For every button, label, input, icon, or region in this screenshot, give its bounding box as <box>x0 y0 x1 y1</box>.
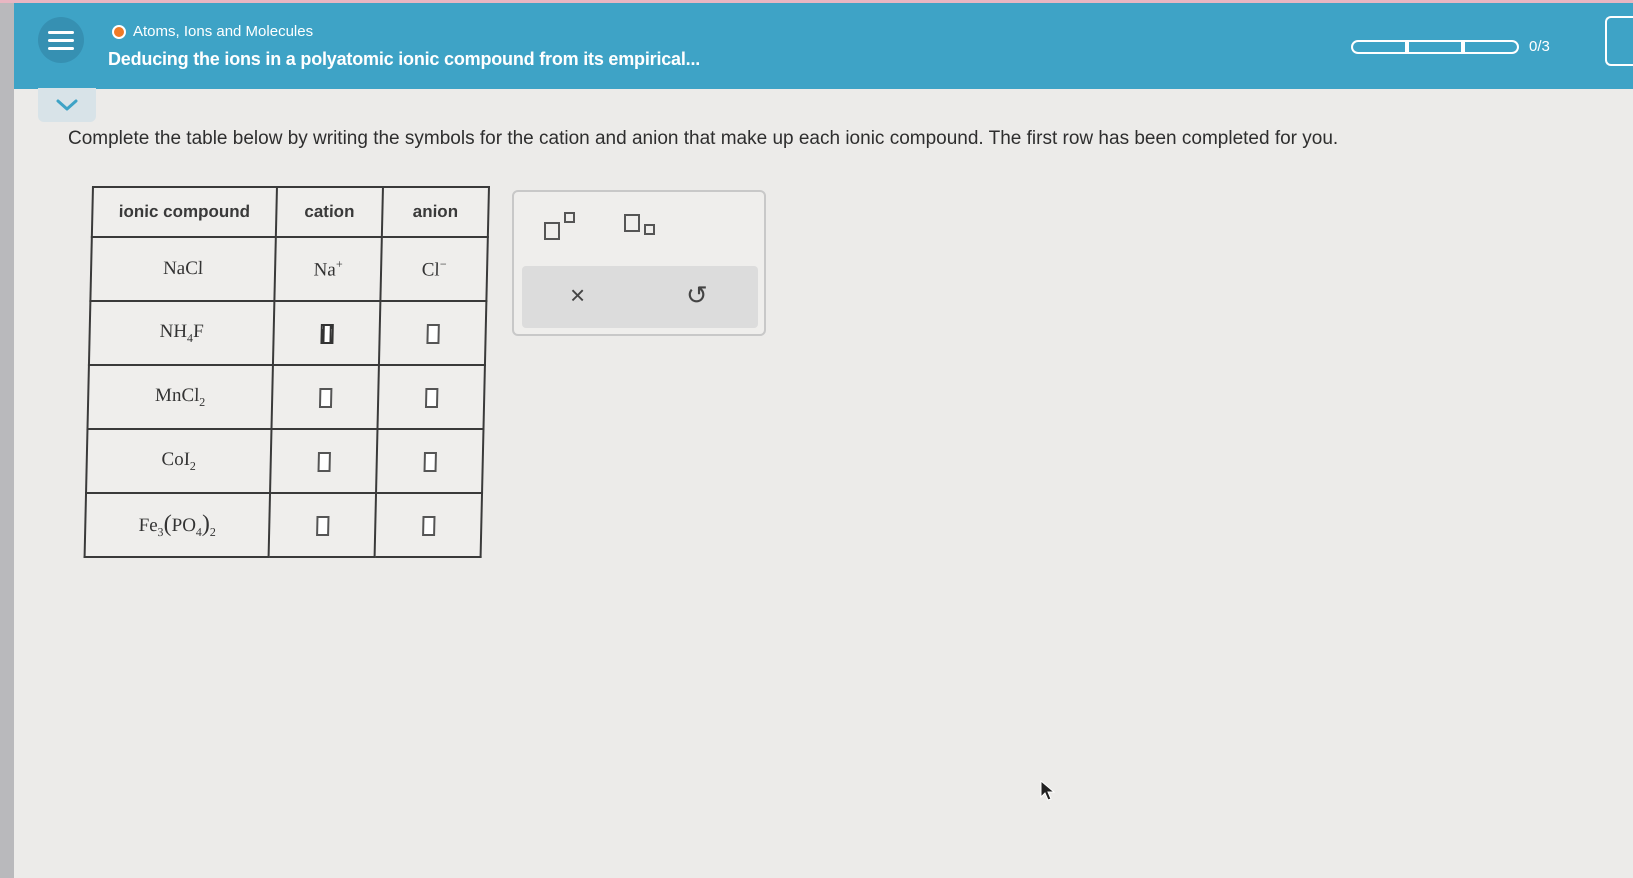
cation-answer-input[interactable] <box>317 451 331 472</box>
template-box <box>544 222 560 240</box>
cation-answer-input[interactable] <box>318 387 332 408</box>
page: Atoms, Ions and Molecules Deducing the i… <box>0 0 1633 878</box>
cation-cell[interactable] <box>272 301 381 365</box>
cation-answer-input[interactable] <box>315 515 330 536</box>
left-edge <box>0 0 14 878</box>
anion-charge: − <box>439 256 447 271</box>
menu-button[interactable] <box>38 17 84 63</box>
column-header-compound: ionic compound <box>91 187 277 237</box>
clear-button[interactable]: × <box>570 280 585 311</box>
progress-score: 0/3 <box>1529 38 1550 55</box>
progress-segment <box>1407 39 1463 54</box>
cation-cell[interactable] <box>271 365 379 429</box>
ions-table: ionic compound cation anion NaCl Na+ Cl−… <box>83 186 490 558</box>
mouse-cursor-icon <box>1040 780 1056 801</box>
instructions-text: Complete the table below by writing the … <box>68 128 1339 149</box>
compound-formula: NH <box>159 320 188 342</box>
anion-cell[interactable] <box>377 365 485 429</box>
cation-cell[interactable] <box>268 493 377 557</box>
cation-cell: Na+ <box>274 237 382 301</box>
side-panel-tab[interactable] <box>1605 16 1633 66</box>
anion-cell[interactable] <box>378 301 487 365</box>
anion-answer-input[interactable] <box>425 323 440 344</box>
template-box-small <box>644 224 655 235</box>
compound-cell: NaCl <box>90 237 276 301</box>
template-box-small <box>564 212 575 223</box>
compound-formula-tail: F <box>192 320 204 342</box>
table-row: CoI2 <box>86 429 484 493</box>
anion-answer-input[interactable] <box>424 387 438 408</box>
progress-segment <box>1351 39 1407 54</box>
table-row: Fe3(PO4)2 <box>84 493 483 557</box>
table-row: MnCl2 <box>87 365 485 429</box>
cation-charge: + <box>335 256 343 271</box>
compound-formula: MnCl <box>154 384 200 406</box>
topic-status-icon <box>112 24 126 39</box>
compound-cell: CoI2 <box>86 429 272 493</box>
formula-subscript: 2 <box>209 524 216 539</box>
undo-button[interactable]: ↺ <box>686 280 708 311</box>
hamburger-icon-line <box>48 46 74 50</box>
topic-breadcrumb: Atoms, Ions and Molecules <box>112 23 313 40</box>
compound-cell: MnCl2 <box>87 365 273 429</box>
anion-answer-input[interactable] <box>423 451 437 472</box>
anion-answer-input[interactable] <box>421 515 436 536</box>
compound-formula: CoI <box>161 448 191 470</box>
collapse-button[interactable] <box>38 88 96 122</box>
anion-cell: Cl− <box>380 237 488 301</box>
table-header-row: ionic compound cation anion <box>91 187 489 237</box>
anion-cell[interactable] <box>374 493 483 557</box>
progress-segment <box>1463 39 1519 54</box>
hamburger-icon <box>48 30 74 34</box>
compound-cell: Fe3(PO4)2 <box>84 493 271 557</box>
palette-actions: × ↺ <box>522 266 758 328</box>
anion-symbol: Cl <box>421 259 440 281</box>
template-box <box>624 214 640 232</box>
compound-formula: Fe <box>138 514 158 536</box>
math-palette: × ↺ <box>512 190 766 336</box>
formula-subscript: 2 <box>189 458 197 473</box>
topic-label: Atoms, Ions and Molecules <box>133 23 314 40</box>
compound-polyatomic: PO <box>171 514 197 536</box>
hamburger-icon-line <box>48 38 74 42</box>
compound-cell: NH4F <box>88 301 275 365</box>
chevron-down-icon <box>56 99 78 111</box>
table-row: NaCl Na+ Cl− <box>90 237 488 301</box>
column-header-anion: anion <box>381 187 489 237</box>
formula-subscript: 2 <box>199 394 206 409</box>
progress-indicator: 0/3 <box>1351 38 1550 55</box>
table-row: NH4F <box>88 301 487 365</box>
header-bar: Atoms, Ions and Molecules Deducing the i… <box>14 3 1633 89</box>
anion-cell[interactable] <box>376 429 484 493</box>
page-title: Deducing the ions in a polyatomic ionic … <box>108 49 701 69</box>
column-header-cation: cation <box>275 187 383 237</box>
cation-cell[interactable] <box>270 429 378 493</box>
cation-symbol: Na <box>313 259 337 281</box>
cation-answer-input[interactable] <box>319 323 334 344</box>
